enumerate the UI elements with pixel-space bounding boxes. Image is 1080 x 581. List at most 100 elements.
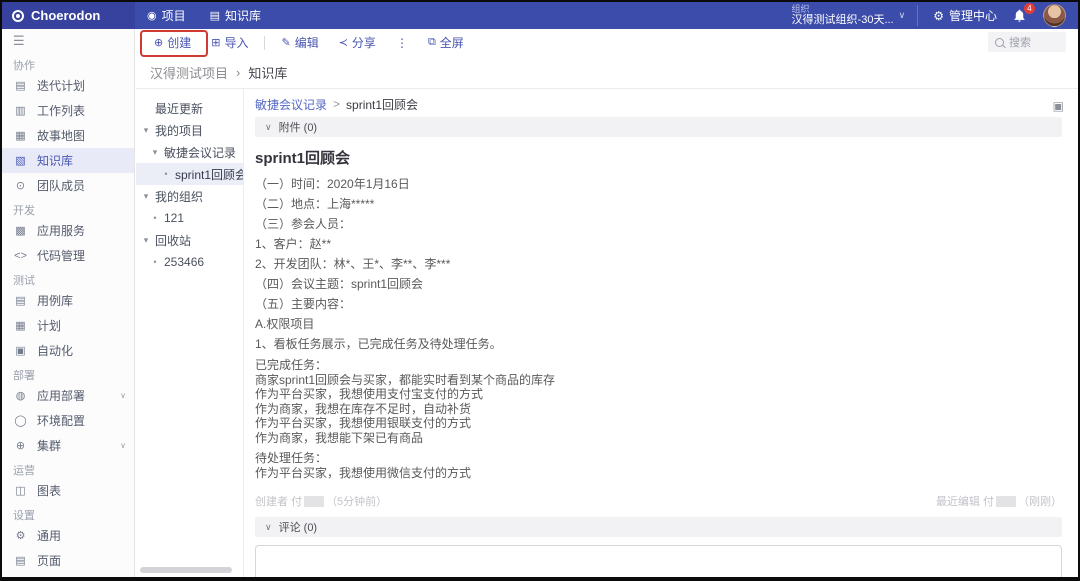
doc-paragraph: 2、开发团队：林*、王*、李**、李*** <box>255 257 1062 272</box>
tree-node-my-org[interactable]: ▾ 我的组织 <box>136 185 243 207</box>
chevron-down-icon: ∨ <box>265 522 272 533</box>
sidebar-item-app-deployment[interactable]: ◍ 应用部署 ∨ <box>2 383 134 408</box>
choerodon-logo[interactable]: Choerodon <box>2 2 135 29</box>
sidebar-item-story-map[interactable]: ▦ 故事地图 <box>2 123 134 148</box>
import-label: 导入 <box>224 34 248 51</box>
doc-paragraph: 已完成任务： <box>255 358 1062 373</box>
top-nav: ◉ 项目 ▤ 知识库 <box>147 7 261 24</box>
sidebar-item-icon: <> <box>13 250 28 262</box>
tree-node-recent-updates[interactable]: 最近更新 <box>136 97 243 119</box>
nav-item-knowledge-base[interactable]: ▤ 知识库 <box>210 7 261 24</box>
tree-node-121[interactable]: • 121 <box>136 207 243 229</box>
tree-node-253466[interactable]: • 253466 <box>136 251 243 273</box>
tree-node-sprint1-review[interactable]: • sprint1回顾会 <box>136 163 243 185</box>
sidebar-item-icon: ▤ <box>13 554 28 567</box>
org-value: 汉得测试组织-30天... <box>792 14 894 26</box>
main-area: 最近更新 ▾ 我的项目 ▾ 敏捷会议记录 <box>136 89 1078 577</box>
sidebar-item-env-config[interactable]: ◯ 环境配置 <box>2 408 134 433</box>
import-button[interactable]: ⊞ 导入 <box>201 34 258 51</box>
fullscreen-button[interactable]: ⧉ 全屏 <box>418 34 474 51</box>
doc-breadcrumb-current: sprint1回顾会 <box>346 96 418 113</box>
sidebar-item-label: 环境配置 <box>37 412 117 429</box>
sidebar-item-test-plan[interactable]: ▦ 计划 <box>2 313 134 338</box>
more-actions-button[interactable]: ⋮ <box>386 36 418 50</box>
sidebar-item-app-service[interactable]: ▩ 应用服务 <box>2 218 134 243</box>
comment-textarea[interactable] <box>255 545 1062 577</box>
breadcrumb-project[interactable]: 汉得测试项目 <box>150 63 228 82</box>
nav-item-label: 项目 <box>162 7 186 24</box>
sidebar-row[interactable]: 开发 <box>2 202 134 218</box>
create-button[interactable]: ⊕ 创建 <box>144 34 201 51</box>
attachments-toggle[interactable]: ∨ 附件 (0) <box>255 117 1062 137</box>
admin-center-label: 管理中心 <box>949 7 997 24</box>
doc-paragraph: 作为平台买家，我想使用支付宝支付的方式 <box>255 387 1062 402</box>
fullscreen-label: 全屏 <box>440 34 464 51</box>
toolbar-divider <box>264 36 265 50</box>
sidebar-row[interactable]: 运营 <box>2 462 134 478</box>
sidebar-item-pages[interactable]: ▤ 页面 <box>2 548 134 573</box>
sidebar-item-charts[interactable]: ◫ 图表 <box>2 478 134 503</box>
tree-node-my-project[interactable]: ▾ 我的项目 <box>136 119 243 141</box>
tree-marker-icon: ▾ <box>151 147 159 158</box>
org-selector[interactable]: 组织 汉得测试组织-30天... ∨ <box>792 5 919 27</box>
fullscreen-icon: ⧉ <box>428 36 436 49</box>
sidebar-item-knowledge-base[interactable]: ▧ 知识库 <box>2 148 134 173</box>
tree-horizontal-scrollbar[interactable] <box>140 567 232 573</box>
tree-node-label: 我的组织 <box>155 188 203 205</box>
sidebar-row[interactable]: 部署 <box>2 367 134 383</box>
sidebar-item-label: 通用 <box>37 527 117 544</box>
doc-breadcrumb-parent[interactable]: 敏捷会议记录 <box>255 96 327 113</box>
gear-icon: ⚙ <box>933 9 944 23</box>
share-button[interactable]: ≺ 分享 <box>329 34 386 51</box>
sidebar-item-icon: ⊙ <box>13 179 28 192</box>
admin-center-button[interactable]: ⚙ 管理中心 <box>933 7 997 24</box>
tree-marker-icon: ▾ <box>142 235 150 246</box>
sidebar-item-team-members[interactable]: ⊙ 团队成员 <box>2 173 134 198</box>
sidebar-item-general[interactable]: ⚙ 通用 <box>2 523 134 548</box>
doc-paragraph: （三）参会人员： <box>255 217 1062 232</box>
editor-info: 最近编辑 付（刚刚） <box>936 493 1062 509</box>
tree-node-recycle-bin[interactable]: ▾ 回收站 <box>136 229 243 251</box>
tree-node-meeting-notes[interactable]: ▾ 敏捷会议记录 <box>136 141 243 163</box>
comments-toggle[interactable]: ∨ 评论 (0) <box>255 517 1062 537</box>
sidebar-item-icon: ▦ <box>13 319 28 332</box>
edited-label: 最近编辑 <box>936 496 980 508</box>
user-avatar[interactable] <box>1043 4 1066 27</box>
sidebar-item-label: 工作列表 <box>37 102 117 119</box>
search-placeholder: 搜索 <box>1009 34 1031 50</box>
sidebar-item-icon: ▤ <box>13 79 28 92</box>
chevron-down-icon: ∨ <box>265 122 272 133</box>
sidebar-item-label: 知识库 <box>37 152 117 169</box>
left-sidebar: ☰ 协作 ▤ 迭代计划 ▥ 工作列表 <box>2 29 135 577</box>
sidebar-item-work-list[interactable]: ▥ 工作列表 <box>2 98 134 123</box>
breadcrumb-current: 知识库 <box>248 63 287 82</box>
sidebar-collapse-button[interactable]: ☰ <box>2 29 134 53</box>
tree-marker-icon: ▾ <box>142 125 150 136</box>
sidebar-item-label: 图表 <box>37 482 117 499</box>
sidebar-item-icon: ▧ <box>13 154 28 167</box>
page-toolbar: ⊕ 创建 ⊞ 导入 ✎ 编辑 ≺ 分享 ⋮ ⧉ 全屏 <box>136 29 1078 56</box>
tree-node-label: 敏捷会议记录 <box>164 144 236 161</box>
sidebar-item-cluster[interactable]: ⊕ 集群 ∨ <box>2 433 134 458</box>
sidebar-item-test-cases[interactable]: ▤ 用例库 <box>2 288 134 313</box>
tree-marker-icon: • <box>162 169 170 179</box>
chevron-down-icon: ∨ <box>120 441 126 450</box>
notification-bell[interactable]: 4 <box>1012 8 1028 24</box>
topbar-right: 组织 汉得测试组织-30天... ∨ ⚙ 管理中心 4 <box>792 4 1078 27</box>
sidebar-item-code-management[interactable]: <> 代码管理 <box>2 243 134 268</box>
edit-button[interactable]: ✎ 编辑 <box>271 34 328 51</box>
sidebar-item-label: 运营 <box>13 462 117 478</box>
sidebar-item-label: 测试 <box>13 272 117 288</box>
sidebar-row[interactable]: 测试 <box>2 272 134 288</box>
choerodon-logo-icon <box>12 10 24 22</box>
nav-item-project[interactable]: ◉ 项目 <box>147 7 186 24</box>
redacted-name-block <box>304 496 324 507</box>
tree-node-label: 121 <box>164 211 184 225</box>
sidebar-row[interactable]: 设置 <box>2 507 134 523</box>
sidebar-item-iteration-plan[interactable]: ▤ 迭代计划 <box>2 73 134 98</box>
catalog-toggle-icon[interactable]: ▣ <box>1053 99 1064 113</box>
sidebar-item-automation[interactable]: ▣ 自动化 <box>2 338 134 363</box>
search-input[interactable]: 搜索 <box>988 32 1066 52</box>
tree-node-label: 我的项目 <box>155 122 203 139</box>
sidebar-row[interactable]: 协作 <box>2 57 134 73</box>
